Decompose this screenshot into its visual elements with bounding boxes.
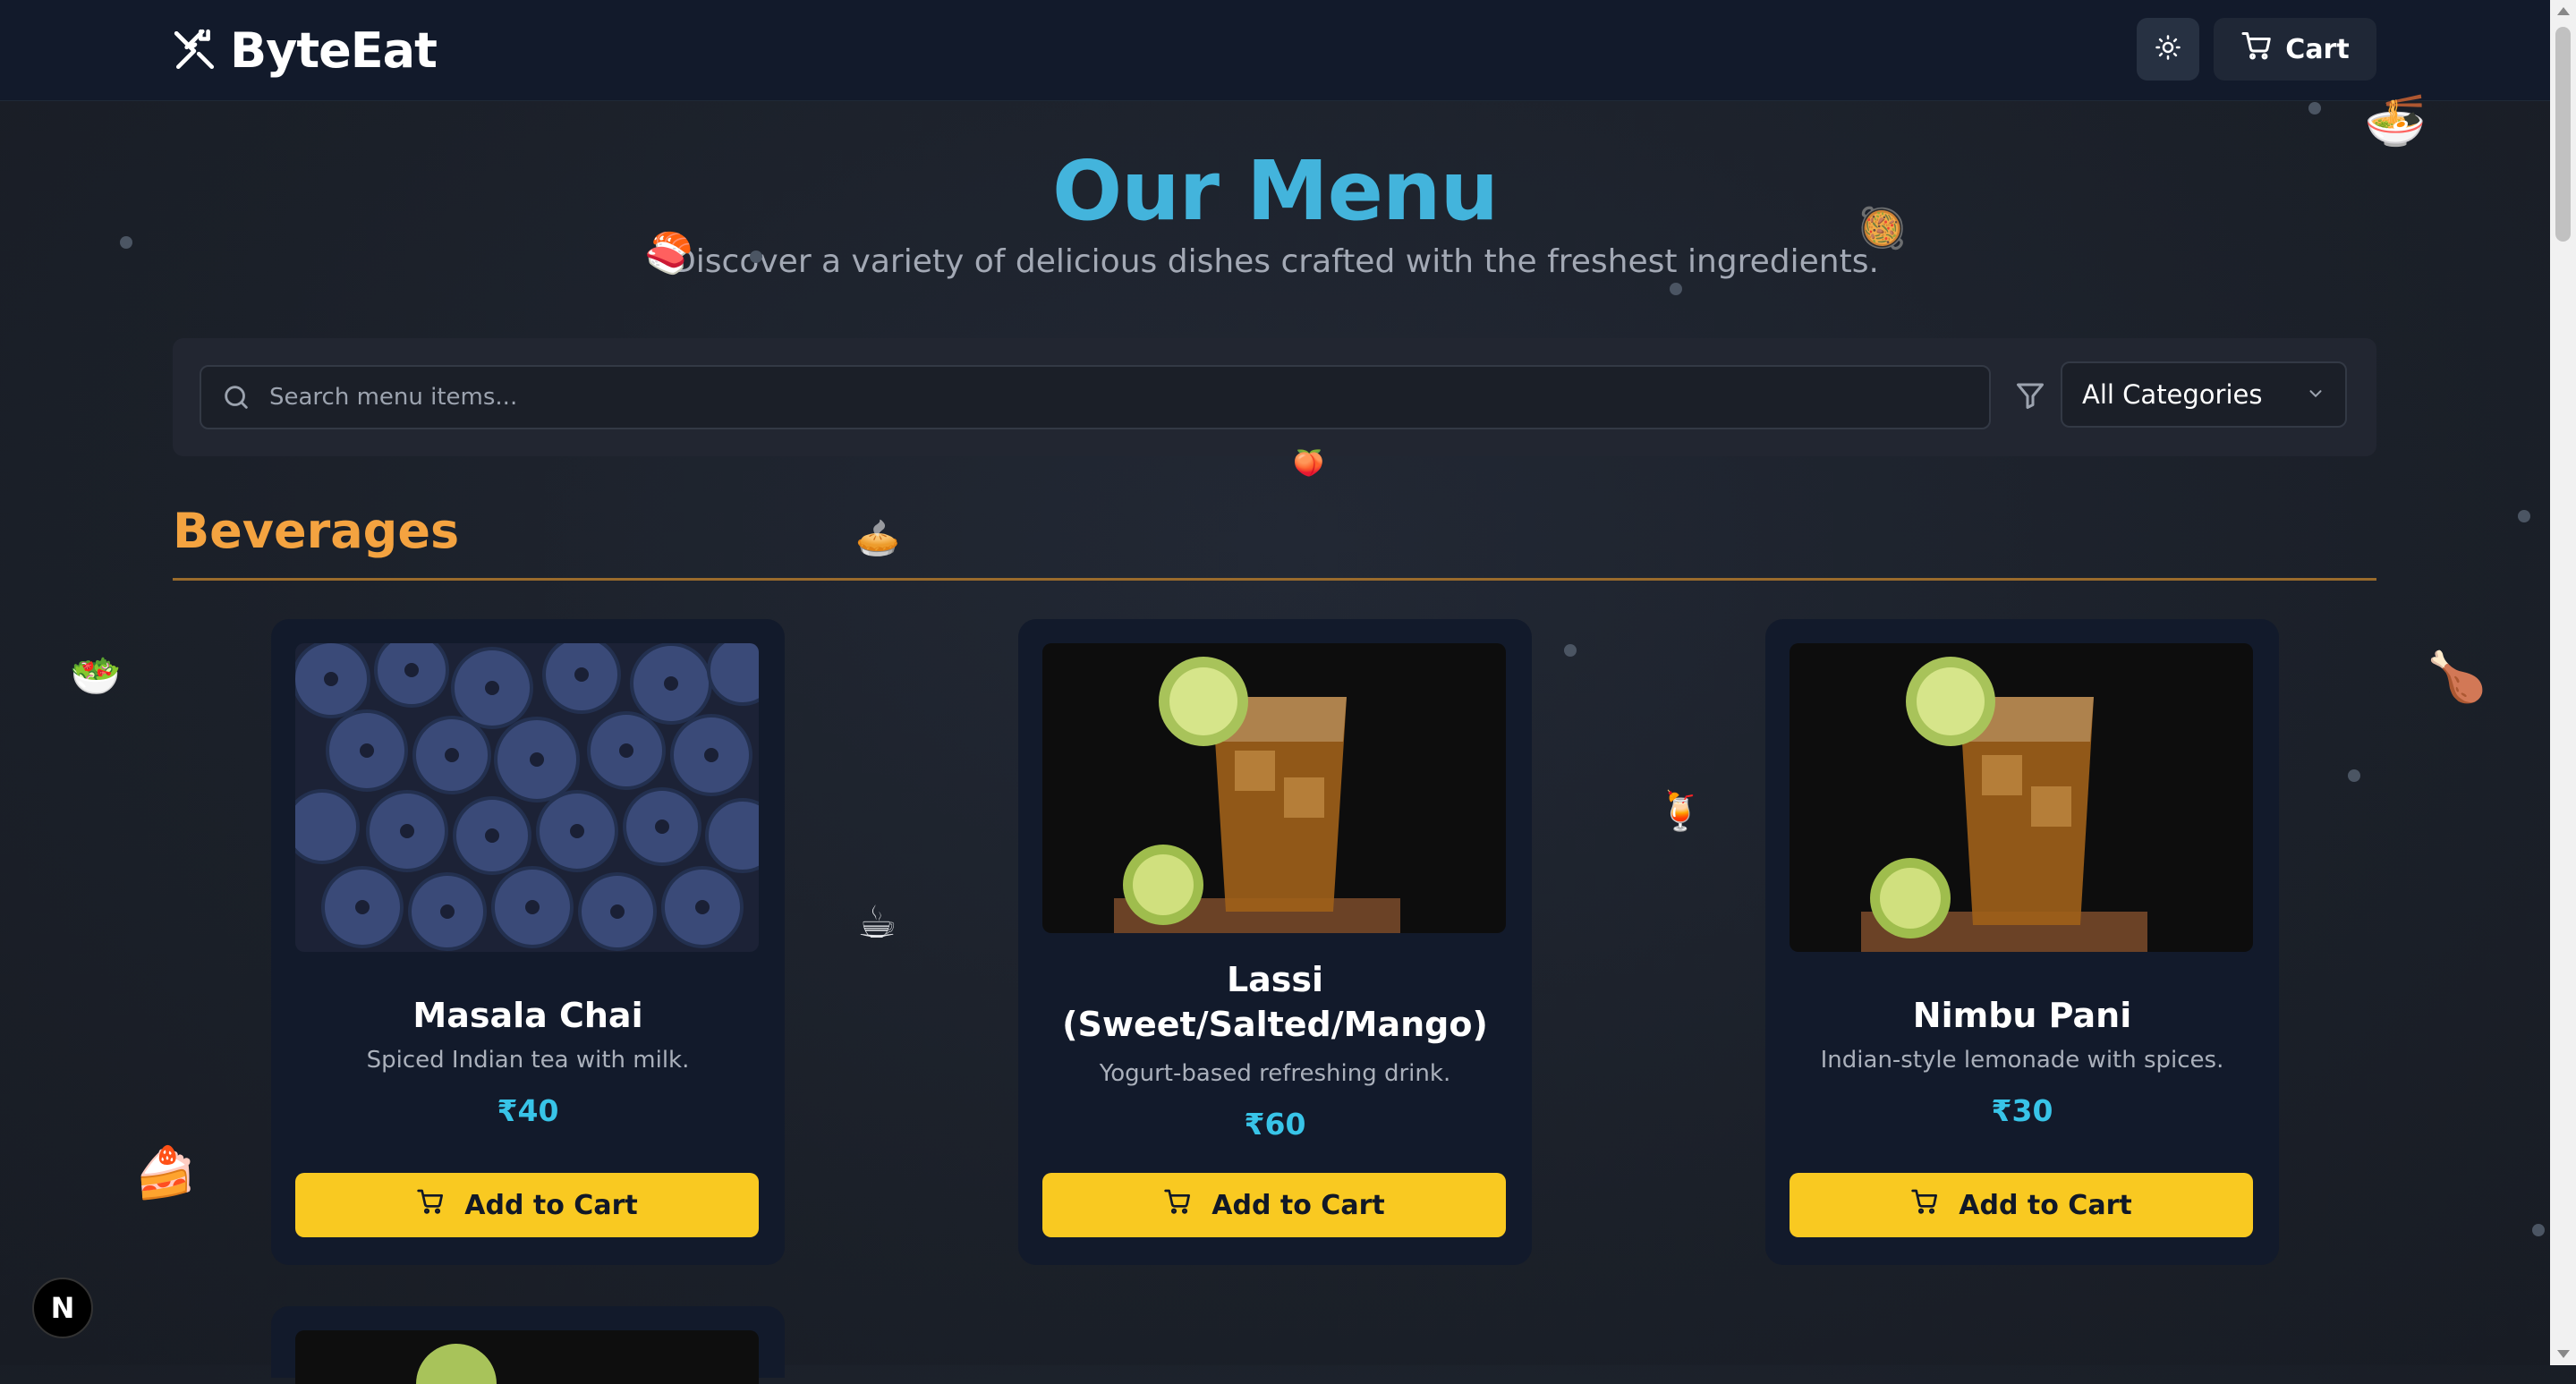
scroll-down-arrow[interactable] <box>2557 1350 2570 1358</box>
search-input[interactable] <box>268 383 1989 412</box>
search-box[interactable] <box>200 365 1991 429</box>
menu-item-price: ₹40 <box>497 1093 559 1128</box>
cocktail-emoji: 🍹 <box>1657 789 1705 833</box>
chevron-down-icon <box>2306 379 2325 410</box>
section-title: Beverages <box>173 503 460 559</box>
add-to-cart-button[interactable]: Add to Cart <box>1042 1173 1506 1237</box>
decor-dot <box>2518 510 2530 522</box>
filter-icon[interactable] <box>2014 379 2046 412</box>
add-to-cart-button[interactable]: Add to Cart <box>1790 1173 2253 1237</box>
menu-item-image <box>295 643 759 952</box>
menu-item-description: Spiced Indian tea with milk. <box>366 1047 690 1074</box>
cart-icon <box>2240 30 2273 69</box>
menu-item-name: Nimbu Pani <box>1912 996 2132 1035</box>
peach-emoji: 🍑 <box>1293 448 1324 478</box>
menu-item-name: Masala Chai <box>412 996 643 1035</box>
section-divider <box>173 578 2376 581</box>
dev-tools-badge[interactable]: N <box>32 1278 93 1338</box>
decor-dot <box>120 236 132 249</box>
menu-item-name: Lassi (Sweet/Salted/Mango) <box>1062 960 1488 1044</box>
cart-icon <box>1910 1187 1939 1223</box>
sushi-emoji: 🍣 <box>644 231 693 276</box>
decor-dot <box>750 250 762 263</box>
cart-icon <box>1163 1187 1192 1223</box>
search-icon <box>221 382 251 412</box>
category-selected-value: All Categories <box>2082 379 2263 410</box>
add-to-cart-label: Add to Cart <box>1211 1189 1385 1221</box>
salad-emoji: 🥗 <box>70 651 122 700</box>
menu-item-price: ₹60 <box>1244 1107 1306 1142</box>
menu-item-price: ₹30 <box>1991 1093 2053 1128</box>
top-navbar: ByteEat Cart <box>0 0 2550 101</box>
category-select[interactable]: All Categories <box>2061 361 2347 428</box>
menu-item-description: Indian-style lemonade with spices. <box>1820 1047 2224 1074</box>
noodles-emoji: 🍜 <box>2364 92 2427 150</box>
page-scrollbar[interactable] <box>2550 0 2576 1365</box>
menu-card: Nimbu Pani Indian-style lemonade with sp… <box>1765 619 2279 1265</box>
brand-logo[interactable]: ByteEat <box>173 20 438 81</box>
decor-dot <box>2348 769 2360 782</box>
scroll-thumb[interactable] <box>2555 27 2571 242</box>
menu-card <box>271 1306 785 1384</box>
decor-dot <box>2308 102 2321 115</box>
utensils-crossed-icon <box>173 28 217 72</box>
paella-emoji: 🥘 <box>1858 206 1907 251</box>
filter-bar: All Categories <box>173 338 2376 456</box>
menu-item-image <box>1790 643 2253 952</box>
cart-icon <box>416 1187 445 1223</box>
menu-card: Lassi (Sweet/Salted/Mango) Yogurt-based … <box>1018 619 1532 1265</box>
sun-icon <box>2155 34 2181 64</box>
cart-button[interactable]: Cart <box>2214 18 2376 81</box>
menu-card: Masala Chai Spiced Indian tea with milk.… <box>271 619 785 1265</box>
menu-item-description: Yogurt-based refreshing drink. <box>1099 1060 1451 1087</box>
brand-name: ByteEat <box>230 21 438 79</box>
page-title: Our Menu <box>1051 143 1499 239</box>
scroll-up-arrow[interactable] <box>2557 7 2570 15</box>
coffee-emoji: ☕ <box>857 896 897 948</box>
page-subtitle: Discover a variety of delicious dishes c… <box>671 243 1879 280</box>
menu-item-image <box>295 1330 759 1384</box>
add-to-cart-button[interactable]: Add to Cart <box>295 1173 759 1237</box>
pie-emoji: 🥧 <box>855 518 900 559</box>
decor-dot <box>1670 283 1682 295</box>
cart-label: Cart <box>2285 33 2350 65</box>
menu-item-image <box>1042 643 1506 933</box>
add-to-cart-label: Add to Cart <box>464 1189 638 1221</box>
theme-toggle-button[interactable] <box>2137 18 2199 81</box>
add-to-cart-label: Add to Cart <box>1959 1189 2132 1221</box>
decor-dot <box>2532 1224 2545 1236</box>
decor-dot <box>1564 644 1577 657</box>
cake-emoji: 🍰 <box>134 1144 197 1202</box>
meat-emoji: 🍗 <box>2427 649 2487 705</box>
